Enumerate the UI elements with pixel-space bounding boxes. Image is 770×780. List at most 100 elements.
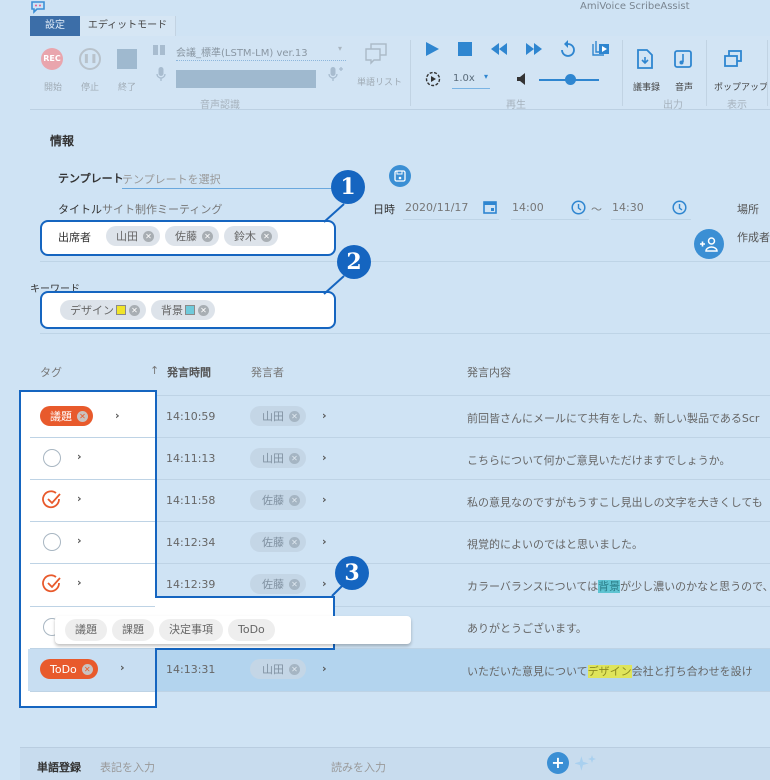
callout-border xyxy=(155,390,157,598)
keyword-chip[interactable]: デザイン ✕ xyxy=(60,300,146,320)
word-list-icon[interactable] xyxy=(364,43,388,68)
tag-option-agenda[interactable]: 議題 xyxy=(65,619,107,641)
speaker-chevron-icon[interactable]: › xyxy=(322,493,327,506)
dictionary-book-icon xyxy=(152,43,166,59)
speed-dropdown-icon[interactable]: ▾ xyxy=(484,72,488,81)
speaker-chip[interactable]: 佐藤 ✕ xyxy=(250,490,306,510)
column-header-tag[interactable]: タグ xyxy=(40,364,62,380)
minutes-label: 議事録 xyxy=(633,83,661,93)
speaker-chevron-icon[interactable]: › xyxy=(322,535,327,548)
remove-speaker-icon[interactable]: ✕ xyxy=(289,410,300,422)
speed-select[interactable]: 1.0x xyxy=(453,73,475,84)
expand-chevron-icon[interactable]: › xyxy=(120,661,125,674)
speaker-chip[interactable]: 山田 ✕ xyxy=(250,659,306,679)
calendar-icon[interactable] xyxy=(483,200,497,217)
popup-label: ポップアップ xyxy=(714,83,769,93)
remove-speaker-icon[interactable]: ✕ xyxy=(289,578,300,590)
replay-icon[interactable] xyxy=(560,40,576,61)
notation-input[interactable]: 表記を入力 xyxy=(100,759,155,775)
template-select[interactable]: テンプレートを選択 xyxy=(122,171,221,187)
playlist-icon[interactable] xyxy=(592,40,610,61)
add-creator-button[interactable] xyxy=(694,229,724,259)
speed-icon xyxy=(425,71,441,90)
pause-button[interactable]: ❚❚ xyxy=(79,48,101,70)
speaker-chip[interactable]: 佐藤 ✕ xyxy=(250,574,306,594)
keyword-chip[interactable]: 背景 ✕ xyxy=(151,300,215,320)
speaker-chip[interactable]: 山田 ✕ xyxy=(250,406,306,426)
tag-option-todo[interactable]: ToDo xyxy=(228,619,275,641)
fast-forward-icon[interactable] xyxy=(525,43,543,58)
remove-icon[interactable]: ✕ xyxy=(202,230,213,242)
add-word-button[interactable]: + xyxy=(547,752,569,774)
row-content[interactable]: ありがとうございます。 xyxy=(467,620,770,636)
speaker-chip[interactable]: 山田 ✕ xyxy=(250,448,306,468)
callout-number-3: 3 xyxy=(335,556,369,590)
row-content[interactable]: こちらについて何かご意見いただけますでしょうか。 xyxy=(467,452,770,468)
column-header-speaker[interactable]: 発言者 xyxy=(251,364,284,380)
column-header-time[interactable]: 発言時間 xyxy=(167,364,211,380)
row-content[interactable]: カラーバランスについては背景が少し濃いのかなと思うので、 xyxy=(467,578,770,594)
remove-icon[interactable]: ✕ xyxy=(261,230,272,242)
mic-add-icon[interactable] xyxy=(328,66,344,85)
rewind-icon[interactable] xyxy=(490,43,508,58)
end-button[interactable] xyxy=(117,49,137,69)
sort-arrow-icon[interactable]: ↑ xyxy=(150,364,159,377)
ribbon-divider xyxy=(706,40,707,106)
remove-icon[interactable]: ✕ xyxy=(129,304,140,316)
start-clock-icon[interactable] xyxy=(571,200,586,218)
row-content[interactable]: 私の意見なのですがもうすこし見出しの文字を大きくしても xyxy=(467,494,770,510)
speaker-chevron-icon[interactable]: › xyxy=(322,662,327,675)
volume-slider-thumb[interactable] xyxy=(565,74,576,85)
model-dropdown-arrow-icon[interactable]: ▾ xyxy=(338,44,342,53)
remove-speaker-icon[interactable]: ✕ xyxy=(289,536,300,548)
remove-icon[interactable]: ✕ xyxy=(198,304,209,316)
speaker-chip[interactable]: 佐藤 ✕ xyxy=(250,532,306,552)
speaker-chevron-icon[interactable]: › xyxy=(322,451,327,464)
start-time-underline xyxy=(511,219,589,220)
table-row-tag[interactable]: ToDo ✕ xyxy=(40,659,98,679)
minutes-export-icon[interactable] xyxy=(637,49,653,72)
ribbon-divider xyxy=(410,40,411,106)
callout-border xyxy=(155,650,157,708)
save-template-button[interactable] xyxy=(389,165,411,187)
keyword-color-swatch[interactable] xyxy=(116,305,126,315)
stop-icon[interactable] xyxy=(457,41,473,60)
end-clock-icon[interactable] xyxy=(672,200,687,218)
speaker-chevron-icon[interactable]: › xyxy=(322,577,327,590)
audio-level-meter xyxy=(176,70,316,88)
tag-option-issue[interactable]: 課題 xyxy=(112,619,154,641)
attendee-chip[interactable]: 佐藤 ✕ xyxy=(165,226,219,246)
remove-speaker-icon[interactable]: ✕ xyxy=(289,494,300,506)
remove-speaker-icon[interactable]: ✕ xyxy=(289,452,300,464)
volume-icon xyxy=(516,72,530,89)
tab-edit-mode[interactable]: エディットモード xyxy=(80,16,176,36)
ribbon-divider xyxy=(767,40,768,106)
end-time-underline xyxy=(611,219,691,220)
title-field[interactable]: サイト制作ミーティング xyxy=(102,201,222,217)
column-header-content[interactable]: 発言内容 xyxy=(467,364,511,380)
attendee-chip[interactable]: 鈴木 ✕ xyxy=(224,226,278,246)
row-content[interactable]: 視覚的によいのではと思いました。 xyxy=(467,536,770,552)
rec-start-button[interactable]: REC xyxy=(41,48,63,70)
reading-input[interactable]: 読みを入力 xyxy=(331,759,386,775)
remove-tag-icon[interactable]: ✕ xyxy=(81,663,93,675)
model-select[interactable]: 会議_標準(LSTM-LM) ver.13 xyxy=(176,44,308,59)
row-content[interactable]: いただいた意見についてデザイン会社と打ち合わせを設け xyxy=(467,663,770,679)
tag-option-decision[interactable]: 決定事項 xyxy=(159,619,223,641)
keyword-highlight: デザイン xyxy=(587,665,632,678)
play-icon[interactable] xyxy=(424,41,440,60)
sparkle-icon[interactable] xyxy=(574,753,597,778)
audio-export-icon[interactable] xyxy=(674,50,692,71)
end-time-field[interactable]: 14:30 xyxy=(612,201,644,214)
date-field[interactable]: 2020/11/17 xyxy=(405,201,468,214)
popup-window-icon[interactable] xyxy=(724,50,742,71)
attendee-chip[interactable]: 山田 ✕ xyxy=(106,226,160,246)
remove-icon[interactable]: ✕ xyxy=(143,230,154,242)
pause-icon: ❚❚ xyxy=(82,54,98,64)
remove-speaker-icon[interactable]: ✕ xyxy=(289,663,300,675)
tab-settings[interactable]: 設定 xyxy=(30,16,80,36)
speaker-chevron-icon[interactable]: › xyxy=(322,409,327,422)
start-time-field[interactable]: 14:00 xyxy=(512,201,544,214)
keyword-color-swatch[interactable] xyxy=(185,305,195,315)
row-content[interactable]: 前回皆さんにメールにて共有をした、新しい製品であるScr xyxy=(467,410,770,426)
